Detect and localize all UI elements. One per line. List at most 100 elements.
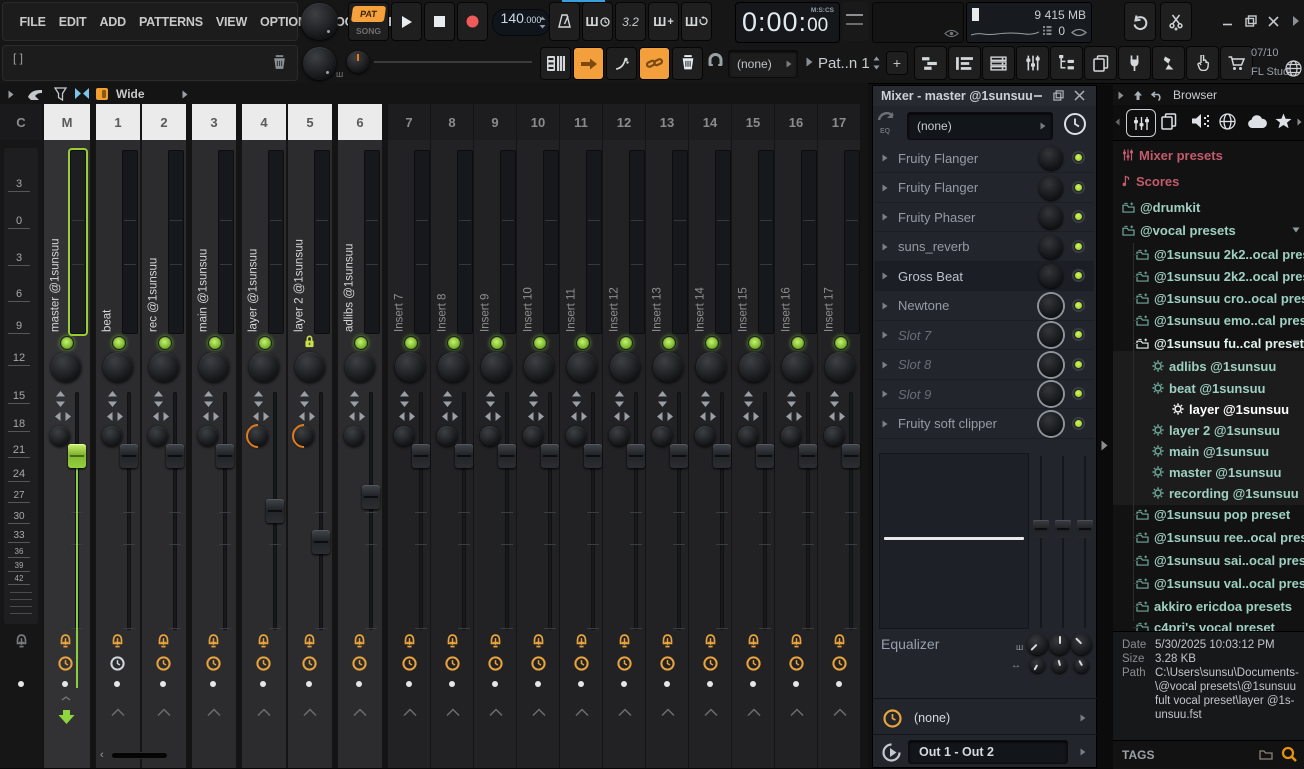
fx-mix-knob[interactable] — [1039, 205, 1063, 229]
mute-led[interactable] — [791, 336, 805, 350]
mixer-track-8[interactable]: 8 Insert 8 — [431, 104, 473, 768]
mute-led[interactable] — [60, 336, 74, 350]
tree-item[interactable]: master @1sunsuu — [1113, 462, 1304, 482]
track-clock-icon[interactable] — [703, 656, 718, 671]
tree-item[interactable]: @1sunsuu 2k2..ocal preset — [1113, 266, 1304, 286]
volume-fader[interactable] — [312, 529, 330, 554]
track-dot-indicator[interactable] — [621, 681, 627, 687]
stereo-sep-knob[interactable] — [50, 426, 70, 446]
track-number[interactable]: 8 — [431, 104, 473, 140]
track-clock-icon[interactable] — [302, 656, 317, 671]
track-dot-indicator[interactable] — [707, 681, 713, 687]
track-clock-icon[interactable] — [110, 656, 125, 671]
fader-slot[interactable] — [548, 392, 552, 630]
stereo-updown-icon[interactable] — [298, 390, 311, 408]
fx-slot-3[interactable]: Fruity Phaser — [875, 203, 1094, 232]
volume-fader[interactable] — [455, 444, 473, 469]
browser-button[interactable] — [1050, 46, 1083, 80]
pan-knob[interactable] — [610, 352, 640, 382]
stereo-sep-knob[interactable] — [652, 426, 672, 446]
blend-recording-button[interactable]: Ш + — [648, 2, 679, 41]
snap-selector[interactable]: (none) — [728, 50, 798, 78]
panel-restore-icon[interactable] — [1053, 90, 1064, 101]
plugin-button[interactable] — [1118, 46, 1151, 80]
volume-fader[interactable] — [713, 444, 731, 469]
route-triangle-icon[interactable] — [703, 708, 719, 717]
slot-expand-arrow[interactable] — [882, 184, 888, 192]
mixer-track-16[interactable]: 16 Insert 16 — [775, 104, 817, 768]
route-triangle-icon[interactable] — [110, 708, 126, 717]
stereo-updown-icon[interactable] — [828, 390, 841, 408]
menu-item-file[interactable]: FILE — [13, 15, 52, 29]
stereo-sep-knob[interactable] — [294, 426, 314, 446]
volume-fader[interactable] — [627, 444, 645, 469]
stereo-sep-knob[interactable] — [437, 426, 457, 446]
stereo-updown-icon[interactable] — [54, 390, 67, 408]
undo-button[interactable] — [1124, 2, 1156, 41]
track-input-icon[interactable] — [832, 634, 847, 650]
mute-led[interactable] — [705, 336, 719, 350]
track-number[interactable]: 3 — [192, 104, 236, 140]
eq-band-slider-low[interactable] — [1033, 456, 1049, 628]
tempo-display[interactable]: 140.000 — [492, 9, 550, 36]
eq-band-slider-mid[interactable] — [1055, 456, 1071, 628]
route-triangle-icon[interactable] — [302, 708, 318, 717]
track-number[interactable]: 17 — [818, 104, 860, 140]
track-clock-icon[interactable] — [402, 656, 417, 671]
volume-fader[interactable] — [266, 499, 284, 523]
pan-knob[interactable] — [782, 352, 812, 382]
add-pattern-button[interactable]: + — [886, 51, 908, 75]
fader-slot[interactable] — [849, 392, 853, 630]
stereo-updown-icon[interactable] — [484, 390, 497, 408]
track-clock-icon[interactable] — [746, 656, 761, 671]
tree-item[interactable]: @vocal presets — [1113, 220, 1304, 240]
history-back-icon[interactable] — [1151, 90, 1163, 101]
stereo-leftright-icon[interactable] — [54, 410, 72, 423]
pan-knob[interactable] — [249, 352, 279, 382]
mixer-track-11[interactable]: 11 Insert 11 — [560, 104, 602, 768]
slot-expand-arrow[interactable] — [882, 361, 888, 369]
mute-led[interactable] — [576, 336, 590, 350]
fader-slot[interactable] — [173, 392, 177, 630]
loop-recording-button[interactable]: Ш — [681, 2, 712, 41]
eq-level-knob-3[interactable] — [1071, 634, 1092, 655]
volume-fader[interactable] — [362, 484, 380, 509]
track-input-icon[interactable] — [302, 634, 317, 650]
mixer-track-14[interactable]: 14 Insert 14 — [689, 104, 731, 768]
volume-fader[interactable] — [670, 444, 688, 469]
main-volume-slider-knob[interactable] — [347, 51, 369, 73]
track-number[interactable]: M — [44, 104, 90, 140]
pan-knob[interactable] — [103, 352, 133, 382]
fx-mix-knob[interactable] — [1039, 293, 1063, 318]
fx-enable-led[interactable] — [1072, 210, 1085, 223]
fx-enable-led[interactable] — [1072, 387, 1085, 400]
fader-slot[interactable] — [462, 392, 466, 630]
up-level-icon[interactable] — [1133, 90, 1143, 101]
fx-enable-led[interactable] — [1072, 328, 1085, 341]
fx-slot-9[interactable]: Slot 9 — [875, 380, 1094, 409]
master-route-arrow-icon[interactable] — [58, 710, 75, 724]
fader-slot[interactable] — [223, 392, 227, 630]
stereo-updown-icon[interactable] — [785, 390, 798, 408]
mute-led[interactable] — [258, 336, 272, 350]
mute-led[interactable] — [533, 336, 547, 350]
fx-clock-button[interactable] — [1063, 112, 1087, 136]
close-button[interactable] — [1262, 10, 1284, 32]
route-triangle-icon[interactable] — [660, 708, 676, 717]
tree-item[interactable]: layer 2 @1sunsuu — [1113, 420, 1304, 440]
wait-for-input-button[interactable]: Ш — [582, 2, 613, 41]
stereo-sep-knob[interactable] — [566, 426, 586, 446]
stereo-updown-icon[interactable] — [656, 390, 669, 408]
route-triangle-icon[interactable] — [445, 708, 461, 717]
stop-button[interactable] — [424, 2, 455, 41]
tree-item[interactable]: beat @1sunsuu — [1113, 378, 1304, 398]
pan-knob[interactable] — [295, 352, 325, 382]
shuffle-slider-track[interactable] — [374, 61, 532, 63]
fx-mix-knob[interactable] — [1039, 264, 1063, 288]
fx-mix-knob[interactable] — [1039, 352, 1063, 377]
fx-enable-led[interactable] — [1072, 416, 1085, 430]
fx-output-row[interactable]: Out 1 - Out 2 — [875, 738, 1094, 766]
voices-eye-icon[interactable] — [1071, 28, 1087, 37]
track-clock-icon[interactable] — [832, 656, 847, 671]
mixer-track-2[interactable]: 2 rec @1sunsuu — [142, 104, 186, 768]
